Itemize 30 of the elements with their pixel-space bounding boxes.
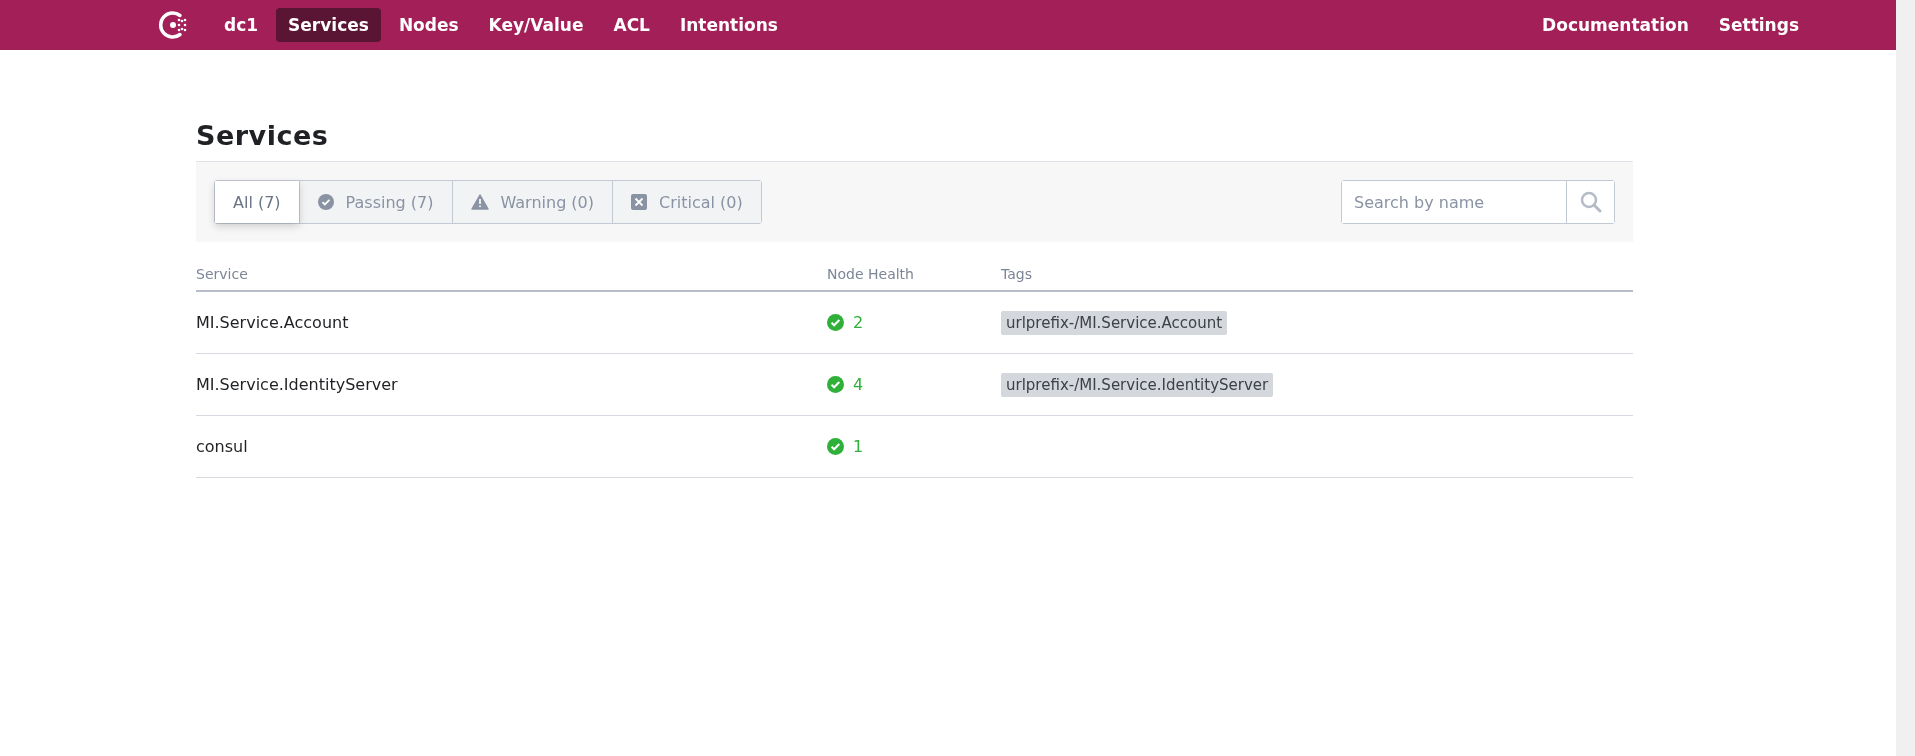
check-circle-icon	[827, 438, 844, 455]
check-circle-icon	[317, 194, 334, 210]
filter-button[interactable]: All (7)	[215, 181, 299, 223]
column-header[interactable]: Service	[196, 242, 827, 292]
service-name-link[interactable]: consul	[196, 437, 248, 456]
page-title: Services	[196, 120, 330, 151]
node-count: 1	[853, 437, 864, 456]
x-square-icon	[631, 194, 648, 210]
check-circle-icon	[827, 314, 844, 331]
datacenter-link[interactable]: dc1	[212, 8, 271, 42]
node-count: 4	[853, 375, 864, 394]
search-field[interactable]: Search by name	[1341, 180, 1615, 224]
column-header[interactable]: Tags	[1001, 242, 1633, 292]
nav-link[interactable]: Documentation	[1530, 8, 1701, 42]
service-name-link[interactable]: MI.Service.Account	[196, 313, 349, 332]
tag: urlprefix-/MI.Service.Account	[1001, 310, 1228, 335]
check-circle-icon	[827, 376, 844, 393]
search-button[interactable]	[1566, 181, 1614, 223]
nav-tab[interactable]: Nodes	[386, 8, 471, 42]
nav-tab[interactable]: Services	[276, 8, 381, 42]
column-header[interactable]: Node Health	[827, 242, 1001, 292]
tag: urlprefix-/MI.Service.IdentityServer	[1001, 372, 1274, 397]
search-icon	[1579, 191, 1602, 213]
nav-tab[interactable]: Key/Value	[476, 8, 596, 42]
warning-icon	[470, 194, 489, 210]
node-count: 2	[853, 313, 864, 332]
service-name-link[interactable]: MI.Service.IdentityServer	[196, 375, 398, 394]
nav-link[interactable]: Settings	[1706, 8, 1811, 42]
nav-tab[interactable]: ACL	[601, 8, 662, 42]
nav-tab[interactable]: Intentions	[667, 8, 790, 42]
